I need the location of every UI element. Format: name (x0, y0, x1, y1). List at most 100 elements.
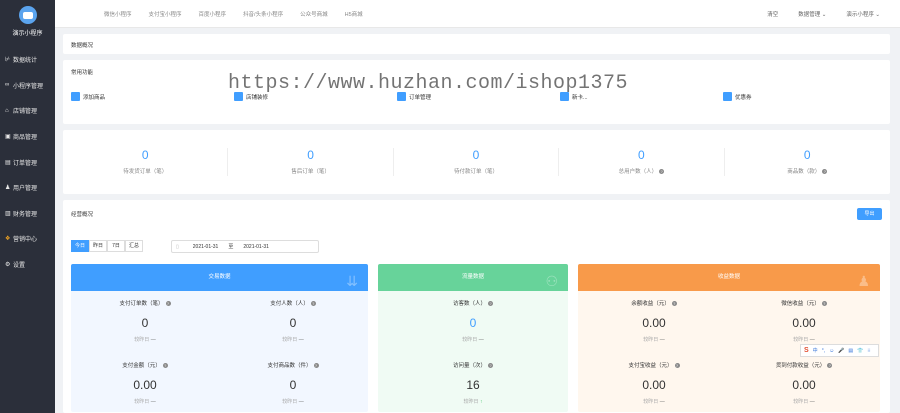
help-icon[interactable]: ? (488, 363, 493, 369)
ime-menu-icon[interactable]: ⁝⁝ (867, 348, 870, 354)
sidebar-item-label: 用户管理 (13, 186, 38, 193)
help-icon[interactable]: ? (671, 301, 677, 307)
stat-value: 0 (307, 148, 314, 162)
tab-yesterday[interactable]: 昨日 (89, 240, 107, 252)
traffic-data-card: 流量数据 ⚇ 访客数（人）? 0 较昨日 — 访问量（次）? 16 较昨日 ↑ (378, 264, 568, 412)
nav-alipay-miniprogram[interactable]: 支付宝小程序 (149, 10, 182, 18)
period-tabs: 今日 昨日 7日 汇总 (71, 240, 143, 252)
sidebar-item-orders[interactable]: ▤ 订单管理 (0, 149, 55, 175)
metric-value: 0.00 (642, 316, 666, 330)
nav-h5-mall[interactable]: H5商城 (345, 10, 363, 18)
quick-coupon[interactable]: 优惠券 (723, 92, 886, 101)
overview-panel: 数据概况 (63, 34, 890, 54)
operation-panel: 经营概况 导出 今日 昨日 7日 汇总 ▯ 2021-01-31 至 2021-… (63, 200, 890, 413)
metric-compare: 较昨日 (643, 399, 659, 405)
tab-7days[interactable]: 7日 (107, 240, 125, 252)
metric-value: 0 (289, 316, 297, 330)
sidebar-item-label: 小程序管理 (13, 83, 44, 90)
trend-icon: — (659, 399, 665, 405)
data-manage-dropdown[interactable]: 数据管理 ⌄ (798, 10, 826, 18)
sidebar-item-finance[interactable]: ▥ 财务管理 (0, 201, 55, 227)
metric-value: 0.00 (642, 378, 666, 392)
metric-title: 支付人数（人） (270, 301, 309, 307)
tab-summary[interactable]: 汇总 (125, 240, 143, 252)
stat-pending-payment[interactable]: 0 待付款订单（笔） (394, 148, 560, 176)
ime-lang[interactable]: 中 (813, 347, 818, 354)
trend-icon: — (809, 337, 815, 343)
date-range-picker[interactable]: ▯ 2021-01-31 至 2021-01-31 (171, 240, 319, 253)
trend-icon: — (478, 337, 484, 343)
stat-value: 0 (638, 148, 645, 162)
help-icon[interactable]: ? (162, 363, 168, 369)
nav-official-account-mall[interactable]: 公众号商城 (300, 10, 328, 18)
sidebar-item-marketing[interactable]: ❖ 营销中心 (0, 226, 55, 252)
sidebar-item-statistics[interactable]: ⊬ 数据统计 (0, 47, 55, 73)
stats-panel: 0 待发货订单（笔） 0 售后订单（笔） 0 待付款订单（笔） 0 总用户数（人）? 0… (63, 130, 890, 194)
sidebar-menu: ⊬ 数据统计 ∞ 小程序管理 ⌂ 店铺管理 ▣ 商品管理 ▤ 订单管理 ♟ 用户管理 ▥ 财务… (0, 47, 55, 277)
date-end: 2021-01-31 (243, 243, 269, 250)
help-icon[interactable]: ? (674, 363, 680, 369)
sidebar-item-products[interactable]: ▣ 商品管理 (0, 124, 55, 150)
nav-douyin-miniprogram[interactable]: 抖音/头条小程序 (243, 10, 283, 18)
date-separator: 至 (228, 244, 234, 250)
export-button[interactable]: 导出 (857, 208, 882, 220)
help-icon[interactable]: ? (822, 169, 828, 175)
product-icon: ▣ (5, 134, 11, 141)
metric-paid-amount: 支付金额（元）? 0.00 较昨日 — (71, 361, 219, 405)
sidebar-item-label: 店铺管理 (13, 109, 38, 116)
metric-compare: 较昨日 (134, 399, 150, 405)
sidebar-item-miniprogram[interactable]: ∞ 小程序管理 (0, 73, 55, 99)
stat-total-users[interactable]: 0 总用户数（人）? (559, 148, 725, 176)
help-icon[interactable]: ? (827, 363, 833, 369)
help-icon[interactable]: ? (310, 301, 316, 307)
top-right-actions: 清空 数据管理 ⌄ 演示小程序 ⌄ (767, 0, 900, 28)
coupon-icon (723, 92, 732, 101)
help-icon[interactable]: ? (821, 301, 827, 307)
finance-icon: ▥ (5, 210, 11, 217)
trend-icon: — (659, 337, 665, 343)
ime-emoji-icon[interactable]: ☺ (829, 348, 834, 354)
metric-value: 0 (469, 316, 477, 330)
sidebar-item-users[interactable]: ♟ 用户管理 (0, 175, 55, 201)
clear-cache-link[interactable]: 清空 (767, 10, 778, 18)
metric-title: 支付订单数（笔） (119, 301, 164, 307)
stat-value: 0 (803, 148, 811, 162)
stat-label: 商品数（款） (787, 169, 821, 175)
quick-add-product[interactable]: 添加商品 (71, 92, 234, 101)
ime-toolbar[interactable]: S 中 °, ☺ 🎤 ▤ 👕 ⁝⁝ (800, 344, 879, 357)
stat-after-sale[interactable]: 0 售后订单（笔） (228, 148, 394, 176)
sidebar-item-store[interactable]: ⌂ 店铺管理 (0, 98, 55, 124)
stat-label: 待付款订单（笔） (453, 169, 498, 175)
help-icon[interactable]: ? (165, 301, 171, 307)
trade-card-header: 交易数据 ⇊ (71, 264, 368, 291)
ime-keyboard-icon[interactable]: ▤ (848, 348, 853, 354)
stat-value: 0 (472, 148, 480, 162)
ime-skin-icon[interactable]: 👕 (857, 348, 863, 354)
sidebar-item-settings[interactable]: ⚙ 设置 (0, 252, 55, 278)
date-start: 2021-01-31 (192, 243, 219, 250)
app-switch-dropdown[interactable]: 演示小程序 ⌄ (846, 10, 880, 18)
nav-wechat-miniprogram[interactable]: 微信小程序 (104, 10, 132, 18)
tab-today[interactable]: 今日 (71, 240, 89, 252)
metric-value: 0.00 (792, 378, 816, 392)
stat-product-count[interactable]: 0 商品数（款）? (725, 148, 890, 176)
metric-cod-income: 货到付款收益（元）? 0.00 较昨日 — (730, 361, 878, 405)
stat-pending-shipment[interactable]: 0 待发货订单（笔） (63, 148, 229, 176)
stat-label: 待发货订单（笔） (123, 169, 168, 175)
nav-baidu-miniprogram[interactable]: 百度小程序 (199, 10, 227, 18)
ime-punct-icon[interactable]: °, (822, 348, 825, 354)
ime-mic-icon[interactable]: 🎤 (838, 348, 844, 354)
help-icon[interactable]: ? (659, 169, 665, 175)
stats-row: 0 待发货订单（笔） 0 售后订单（笔） 0 待付款订单（笔） 0 总用户数（人）? 0… (63, 148, 890, 176)
metric-title: 访客数（人） (452, 301, 486, 307)
sidebar-item-label: 财务管理 (13, 211, 38, 218)
metric-compare: 较昨日 (134, 337, 150, 343)
metric-compare: 较昨日 (282, 337, 298, 343)
help-icon[interactable]: ? (313, 363, 319, 369)
stat-value: 0 (141, 148, 149, 162)
sidebar: 演示小程序 ⊬ 数据统计 ∞ 小程序管理 ⌂ 店铺管理 ▣ 商品管理 ▤ 订单管理 ♟ 用户… (0, 0, 55, 413)
trend-icon: — (298, 399, 304, 405)
help-icon[interactable]: ? (488, 301, 493, 307)
metric-title: 余额收益（元） (631, 301, 670, 307)
top-bar: 微信小程序 支付宝小程序 百度小程序 抖音/头条小程序 公众号商城 H5商城 清… (55, 0, 900, 28)
